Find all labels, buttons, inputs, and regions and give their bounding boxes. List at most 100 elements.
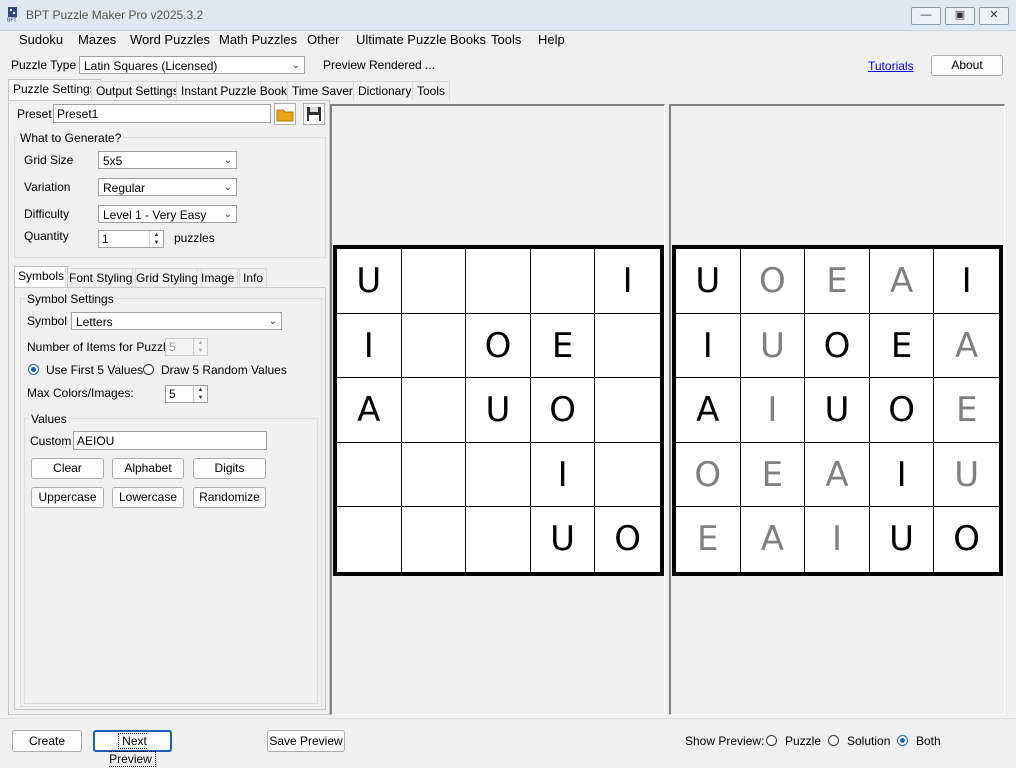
difficulty-select[interactable]: Level 1 - Very Easy ⌄ — [98, 205, 237, 223]
lowercase-button[interactable]: Lowercase — [112, 487, 184, 508]
maximize-button[interactable]: ▣ — [945, 7, 975, 25]
menu-word-puzzles[interactable]: Word Puzzles — [130, 32, 210, 47]
menu-ultimate-puzzle-books[interactable]: Ultimate Puzzle Books — [356, 32, 486, 47]
puzzle-cell-r1c1: U — [337, 249, 402, 314]
menu-tools[interactable]: Tools — [491, 32, 521, 47]
preset-label: Preset — [17, 107, 52, 121]
menu-mazes[interactable]: Mazes — [78, 32, 116, 47]
maximize-icon: ▣ — [954, 9, 966, 21]
grid-size-select[interactable]: 5x5 ⌄ — [98, 151, 237, 169]
puzzle-cell-r2c3: O — [466, 313, 531, 379]
puzzle-cell-r4c2 — [401, 442, 467, 508]
puzzle-cell-r5c4: U — [531, 507, 596, 572]
variation-value: Regular — [103, 181, 146, 195]
solution-cell-r1c3: E — [805, 249, 870, 314]
puzzle-grid: UIIOEAUOIUO — [333, 245, 664, 576]
puzzle-cell-r2c1: I — [337, 313, 402, 379]
alphabet-button[interactable]: Alphabet — [112, 458, 184, 479]
close-icon: ✕ — [989, 9, 999, 21]
tab-dictionary[interactable]: Dictionary — [353, 81, 417, 100]
tab-output-settings[interactable]: Output Settings — [91, 81, 184, 100]
items-label: Number of Items for Puzzle: — [27, 340, 176, 354]
save-preset-button[interactable] — [303, 103, 325, 125]
randomize-button[interactable]: Randomize — [193, 487, 266, 508]
floppy-disk-icon — [307, 107, 321, 121]
svg-text:BPT: BPT — [7, 18, 17, 23]
minimize-button[interactable]: — — [911, 7, 941, 25]
variation-label: Variation — [24, 180, 71, 194]
draw-random-values-label[interactable]: Draw 5 Random Values — [161, 363, 287, 377]
window-title: BPT Puzzle Maker Pro v2025.3.2 — [26, 8, 204, 22]
open-preset-button[interactable] — [274, 103, 296, 125]
spin-down-icon[interactable]: ▼ — [149, 239, 163, 247]
quantity-value: 1 — [102, 232, 109, 246]
about-button[interactable]: About — [931, 55, 1003, 76]
subtab-font-styling[interactable]: Font Styling — [65, 268, 137, 287]
tab-puzzle-settings[interactable]: Puzzle Settings — [8, 79, 101, 100]
status-text: Preview Rendered ... — [323, 58, 436, 72]
menu-sudoku[interactable]: Sudoku — [19, 32, 63, 47]
puzzle-cell-r5c3 — [466, 507, 531, 572]
subtab-grid-styling[interactable]: Grid Styling — [132, 268, 203, 287]
max-colors-label: Max Colors/Images: — [27, 386, 134, 400]
spin-up-icon[interactable]: ▲ — [149, 231, 163, 239]
create-button[interactable]: Create — [12, 730, 82, 752]
show-solution-label[interactable]: Solution — [847, 734, 890, 748]
solution-cell-r4c1: O — [676, 442, 741, 508]
quantity-label: Quantity — [24, 229, 69, 243]
save-preview-button[interactable]: Save Preview — [267, 730, 345, 752]
uppercase-button[interactable]: Uppercase — [31, 487, 104, 508]
subtab-symbols[interactable]: Symbols — [14, 266, 69, 287]
solution-cell-r3c2: I — [740, 378, 806, 443]
puzzle-type-select[interactable]: Latin Squares (Licensed) ⌄ — [79, 56, 305, 74]
show-puzzle-label[interactable]: Puzzle — [785, 734, 821, 748]
symbol-settings-title: Symbol Settings — [25, 292, 116, 306]
spin-down-icon: ▼ — [193, 347, 207, 355]
max-colors-stepper[interactable]: 5 ▲ ▼ — [165, 385, 208, 403]
solution-cell-r2c4: E — [869, 313, 935, 379]
solution-cell-r5c2: A — [741, 507, 806, 572]
grid-size-label: Grid Size — [24, 153, 74, 167]
solution-cell-r1c2: O — [740, 249, 806, 314]
chevron-down-icon: ⌄ — [223, 209, 232, 220]
items-value: 5 — [169, 340, 176, 354]
variation-select[interactable]: Regular ⌄ — [98, 178, 237, 196]
show-puzzle-radio[interactable] — [766, 735, 777, 746]
solution-cell-r5c3: I — [805, 507, 870, 572]
menu-other[interactable]: Other — [307, 32, 340, 47]
use-first-values-label[interactable]: Use First 5 Values — [46, 363, 143, 377]
tab-tools[interactable]: Tools — [412, 81, 451, 100]
next-preview-button[interactable]: Next Preview — [93, 730, 172, 767]
menu-math-puzzles[interactable]: Math Puzzles — [219, 32, 297, 47]
symbol-select[interactable]: Letters ⌄ — [71, 312, 282, 330]
tab-instant-puzzle-books[interactable]: Instant Puzzle Books — [176, 81, 299, 100]
puzzle-cell-r4c1 — [337, 442, 402, 508]
subtab-image[interactable]: Image — [197, 268, 239, 287]
tab-time-saver[interactable]: Time Saver — [287, 81, 358, 100]
spin-up-icon[interactable]: ▲ — [193, 386, 207, 394]
puzzle-cell-r3c2 — [401, 378, 467, 443]
digits-button[interactable]: Digits — [193, 458, 266, 479]
use-first-values-radio[interactable] — [28, 364, 39, 375]
menu-help[interactable]: Help — [538, 32, 565, 47]
solution-cell-r5c1: E — [676, 507, 741, 572]
puzzle-cell-r3c3: U — [466, 378, 531, 443]
clear-button[interactable]: Clear — [31, 458, 104, 479]
puzzle-cell-r2c2 — [401, 313, 467, 379]
chevron-down-icon: ⌄ — [268, 316, 277, 327]
solution-cell-r1c1: U — [676, 249, 741, 314]
solution-cell-r5c5: O — [953, 519, 981, 560]
show-both-label[interactable]: Both — [916, 734, 941, 748]
solution-cell-r4c3: A — [805, 442, 870, 508]
close-button[interactable]: ✕ — [979, 7, 1009, 25]
preset-input[interactable]: Preset1 — [53, 104, 271, 123]
quantity-stepper[interactable]: 1 ▲ ▼ — [98, 230, 164, 248]
tutorials-link[interactable]: Tutorials — [868, 59, 914, 73]
solution-cell-r4c5: U — [934, 443, 999, 508]
draw-random-values-radio[interactable] — [143, 364, 154, 375]
spin-down-icon[interactable]: ▼ — [193, 394, 207, 402]
show-both-radio[interactable] — [897, 735, 908, 746]
subtab-info[interactable]: Info — [239, 268, 268, 287]
custom-values-input[interactable]: AEIOU — [73, 431, 267, 450]
show-solution-radio[interactable] — [828, 735, 839, 746]
